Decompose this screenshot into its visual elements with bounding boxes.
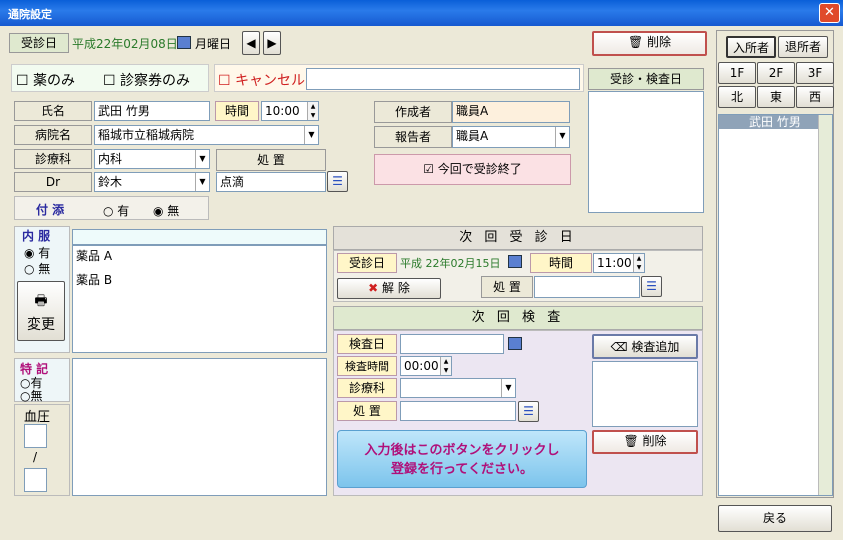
- next-visit-treat-field[interactable]: [534, 276, 640, 298]
- area-north-button[interactable]: 北: [718, 86, 756, 108]
- reporter-select[interactable]: 職員A ▼: [452, 126, 570, 148]
- hospital-select[interactable]: 稲城市立稲城病院 ▼: [94, 125, 319, 145]
- exam-dept-select[interactable]: ▼: [400, 378, 516, 398]
- special-no-radio[interactable]: ○無: [20, 387, 43, 404]
- tab-discharged[interactable]: 退所者: [778, 36, 828, 58]
- ticket-only-checkbox[interactable]: ☐ 診察券のみ: [103, 70, 190, 90]
- attend-yes-radio[interactable]: ○ 有: [103, 202, 129, 219]
- hospital-label: 病院名: [14, 125, 92, 145]
- dr-select[interactable]: 鈴木 ▼: [94, 172, 210, 192]
- bp-low-input[interactable]: [24, 468, 47, 492]
- next-day-button[interactable]: ▶: [263, 31, 281, 55]
- register-button[interactable]: 入力後はこのボタンをクリックし 登録を行ってください。: [337, 430, 587, 488]
- list-icon[interactable]: ☰: [641, 276, 662, 297]
- next-visit-title: 次 回 受 診 日: [333, 226, 703, 250]
- attend-label: 付 添: [36, 203, 65, 217]
- attend-no-radio[interactable]: ◉ 無: [153, 202, 179, 219]
- close-button[interactable]: ✕: [819, 3, 840, 23]
- floor-3f-button[interactable]: 3F: [796, 62, 834, 84]
- list-icon[interactable]: ☰: [327, 171, 348, 192]
- window-title: 通院設定: [0, 0, 843, 26]
- resident-list[interactable]: 武田 竹男: [718, 114, 833, 496]
- meds-no-radio[interactable]: ○ 無: [24, 260, 50, 277]
- release-button[interactable]: ✖ 解 除: [337, 278, 441, 299]
- exam-list[interactable]: [592, 361, 698, 427]
- finish-checkbox[interactable]: ☑ 今回で受診終了: [374, 154, 571, 185]
- time-field[interactable]: 10:00 ▲ ▼: [261, 101, 319, 121]
- list-item: 薬品 A: [76, 249, 113, 263]
- tab-residents[interactable]: 入所者: [726, 36, 776, 58]
- back-button[interactable]: 戻る: [718, 505, 832, 532]
- add-exam-button[interactable]: ⌫ 検査追加: [592, 334, 698, 359]
- exam-time-field[interactable]: 00:00 ▲ ▼: [400, 356, 452, 376]
- meds-yes-radio[interactable]: ◉ 有: [24, 244, 50, 261]
- treat-label: 処 置: [216, 149, 326, 171]
- list-item: 薬品 B: [76, 273, 113, 287]
- cancel-checkbox[interactable]: ☐ キャンセル: [218, 70, 305, 90]
- reporter-label: 報告者: [374, 126, 452, 148]
- printer-icon: 🖶: [34, 293, 48, 309]
- area-east-button[interactable]: 東: [757, 86, 795, 108]
- next-visit-date: 平成 22年02月15日: [400, 257, 501, 270]
- cancel-reason-input[interactable]: [306, 68, 580, 90]
- next-visit-date-label: 受診日: [337, 253, 397, 273]
- exam-date-label: 検査日: [337, 334, 397, 354]
- delete-button[interactable]: 🗑 削除: [592, 31, 707, 56]
- next-visit-treat-label: 処 置: [481, 276, 533, 298]
- exam-date-field[interactable]: [400, 334, 504, 354]
- dept-select[interactable]: 内科 ▼: [94, 149, 210, 169]
- eraser-icon: ⌫: [610, 340, 628, 354]
- author-field: 職員A: [452, 101, 570, 123]
- exam-time-label: 検査時間: [337, 356, 397, 376]
- visit-list-header: 受診・検査日: [588, 68, 704, 90]
- delete-label: 削除: [647, 35, 672, 49]
- visit-date: 平成22年02月08日: [72, 37, 178, 51]
- exam-treat-label: 処 置: [337, 401, 397, 421]
- meds-label: 内 服: [22, 229, 51, 243]
- exam-treat-field[interactable]: [400, 401, 516, 421]
- dept-label: 診療科: [14, 149, 92, 169]
- treat-field[interactable]: 点滴: [216, 172, 326, 192]
- trash-icon: 🗑: [627, 35, 644, 49]
- exam-dept-label: 診療科: [337, 378, 397, 398]
- change-button[interactable]: 🖶 変更: [17, 281, 65, 341]
- visit-date-label: 受診日: [9, 33, 69, 53]
- list-icon[interactable]: ☰: [518, 401, 539, 422]
- area-west-button[interactable]: 西: [796, 86, 834, 108]
- floor-1f-button[interactable]: 1F: [718, 62, 756, 84]
- next-visit-time-label: 時間: [530, 253, 592, 273]
- prev-day-button[interactable]: ◀: [242, 31, 260, 55]
- meds-header: [72, 229, 327, 245]
- floor-2f-button[interactable]: 2F: [757, 62, 795, 84]
- calendar-icon[interactable]: [177, 35, 191, 49]
- bp-separator: /: [33, 450, 38, 464]
- scrollbar[interactable]: [818, 115, 832, 495]
- trash-icon: 🗑: [623, 434, 639, 448]
- dr-label: Dr: [14, 172, 92, 192]
- next-visit-time[interactable]: 11:00 ▲ ▼: [593, 253, 645, 273]
- special-notes[interactable]: [72, 358, 327, 496]
- name-label: 氏名: [14, 101, 92, 121]
- meds-list[interactable]: 薬品 A 薬品 B: [72, 245, 327, 353]
- calendar-icon[interactable]: [508, 254, 522, 268]
- cancel-icon: ✖: [368, 281, 379, 295]
- time-label: 時間: [215, 101, 259, 121]
- bp-high-input[interactable]: [24, 424, 47, 448]
- weekday: 月曜日: [195, 37, 232, 51]
- list-item[interactable]: 武田 竹男: [719, 115, 819, 129]
- visit-list[interactable]: [588, 91, 704, 213]
- next-exam-title: 次 回 検 査: [333, 306, 703, 330]
- exam-delete-button[interactable]: 🗑 削除: [592, 430, 698, 454]
- drug-only-checkbox[interactable]: ☐ 薬のみ: [16, 70, 75, 90]
- calendar-icon[interactable]: [508, 336, 522, 350]
- chevron-down-icon: ▼: [304, 126, 318, 144]
- author-label: 作成者: [374, 101, 452, 123]
- name-field[interactable]: 武田 竹男: [94, 101, 210, 121]
- bp-label: 血圧: [24, 410, 51, 425]
